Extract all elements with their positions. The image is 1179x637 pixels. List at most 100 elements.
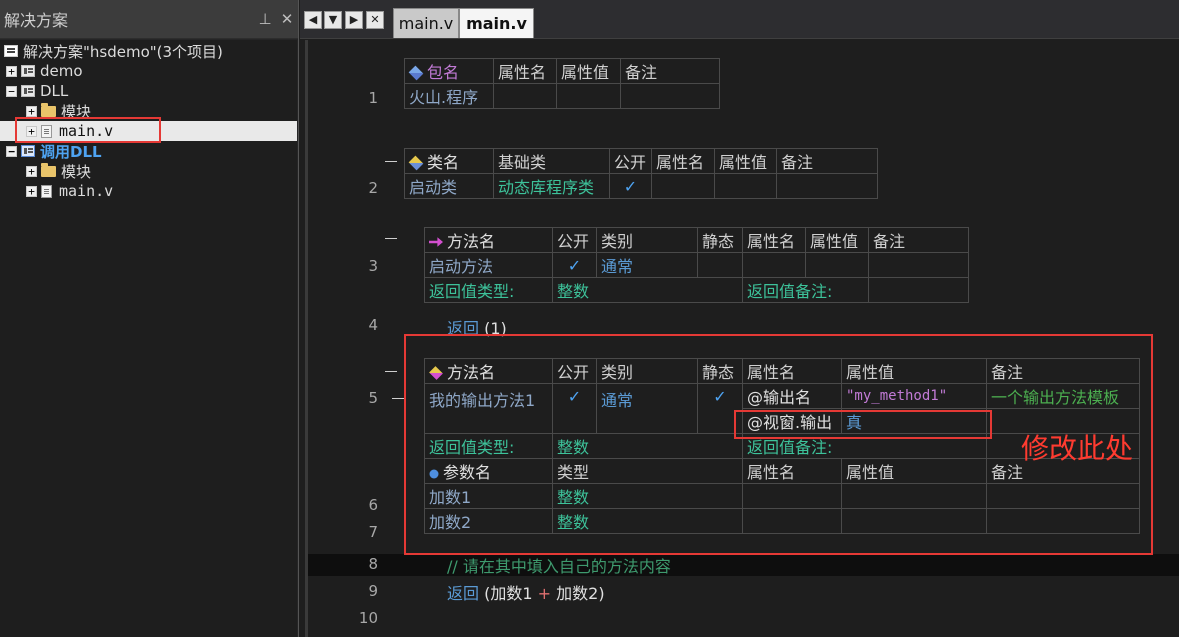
tree-label: main.v [59,122,114,140]
attr-value-cell[interactable]: "my_method1" [841,383,987,409]
attr-name-cell-window-output[interactable]: @视窗.输出 [742,408,842,434]
table-header: 公开 [552,227,597,253]
param-type-cell[interactable]: 整数 [552,483,743,509]
line-number: 7 [368,523,378,541]
tree-item-dll-main[interactable]: + main.v [26,121,113,141]
table-cell[interactable] [742,483,842,509]
table-cell[interactable] [742,508,842,534]
fold-marker[interactable] [392,398,404,399]
attr-name-cell[interactable]: @输出名 [742,383,842,409]
attr-value-cell-true[interactable]: 真 [841,408,987,434]
package-table: 包名 属性名 属性值 备注 火山.程序 [404,58,720,109]
table-header: 类别 [596,358,698,384]
package-icon [408,65,424,81]
table-cell[interactable] [742,252,806,278]
table-cell[interactable] [651,173,715,199]
pin-icon[interactable]: ⊥ [254,10,276,28]
solution-icon [4,45,18,57]
return-type-cell[interactable]: 整数 [552,277,743,303]
tree-item-call-dll[interactable]: − 调用DLL [6,141,102,161]
tree-item-dll-module[interactable]: + 模块 [26,101,91,121]
method-name-header: 方法名 [424,227,553,253]
return-type-cell[interactable]: 整数 [552,433,743,459]
project-icon [21,145,35,157]
table-header: 属性值 [841,458,987,484]
category-cell[interactable]: 通常 [596,252,698,278]
line-number: 8 [368,555,378,573]
table-cell[interactable] [841,483,987,509]
dropdown-icon[interactable]: ▼ [324,11,342,29]
code-editor[interactable]: 1 2 3 4 5 6 7 8 9 10 包名 属性名 属性值 备注 火山.程序… [305,40,1179,637]
tree-label: 解决方案"hsdemo"(3个项目) [23,42,223,61]
return-keyword: 返回 [447,584,480,603]
tab-main-v-1[interactable]: main.v [393,8,459,38]
table-header: 公开 [609,148,652,174]
fold-marker[interactable] [385,161,397,162]
param-name-cell[interactable]: 加数2 [424,508,553,534]
expand-icon[interactable]: + [6,65,17,77]
scroll-left-icon[interactable]: ◀ [304,11,322,29]
note-cell[interactable]: 一个输出方法模板 [986,383,1140,409]
table-cell[interactable] [986,483,1140,509]
line-number: 3 [368,257,378,275]
file-icon [41,124,52,138]
table-cell[interactable] [805,252,869,278]
table-cell[interactable] [986,508,1140,534]
tree-item-solution[interactable]: 解决方案"hsdemo"(3个项目) [4,41,223,61]
panel-header: 解决方案 ⊥ ✕ [0,0,298,39]
folder-icon [41,102,56,117]
line-number: 9 [368,582,378,600]
collapse-icon[interactable]: − [6,85,17,97]
table-header: 属性名 [742,358,842,384]
return-note-cell[interactable] [868,277,969,303]
code-line-9[interactable]: 返回 (加数1 + 加数2) [447,580,605,604]
package-name-cell[interactable]: 火山.程序 [404,83,494,109]
close-tab-icon[interactable]: ✕ [366,11,384,29]
static-check[interactable]: ✓ [697,383,743,434]
tree-item-call-main[interactable]: + main.v [26,181,113,201]
public-check[interactable]: ✓ [609,173,652,199]
code-line-4[interactable]: 返回 (1) [447,315,507,339]
table-header: 属性值 [556,58,621,84]
table-cell[interactable] [620,83,720,109]
table-cell[interactable] [868,252,969,278]
category-cell[interactable]: 通常 [596,383,698,434]
tree-item-demo[interactable]: + demo [6,61,83,81]
collapse-icon[interactable]: − [6,145,17,157]
method-name-cell[interactable]: 启动方法 [424,252,553,278]
method-name-header: 方法名 [424,358,553,384]
tree-item-call-module[interactable]: + 模块 [26,161,91,181]
table-cell[interactable] [493,83,557,109]
expand-icon[interactable]: + [26,105,37,117]
table-header: 类型 [552,458,743,484]
static-cell[interactable] [697,252,743,278]
tab-main-v-2[interactable]: main.v [459,8,534,38]
fold-marker[interactable] [385,238,397,239]
expand-icon[interactable]: + [26,165,37,177]
file-icon [41,184,52,198]
table-cell[interactable] [714,173,777,199]
return-type-label: 返回值类型: [424,433,553,459]
scroll-right-icon[interactable]: ▶ [345,11,363,29]
param-name-cell[interactable]: 加数1 [424,483,553,509]
class-name-cell[interactable]: 启动类 [404,173,494,199]
expand-icon[interactable]: + [26,125,37,137]
tree-label: 模块 [61,162,92,181]
table-cell[interactable] [776,173,878,199]
tree-label: 模块 [61,102,92,121]
public-check[interactable]: ✓ [552,383,597,434]
table-cell[interactable] [841,508,987,534]
class-name-header: 类名 [404,148,494,174]
method-name-cell[interactable]: 我的输出方法1 [424,383,553,434]
table-header: 公开 [552,358,597,384]
tree-item-dll[interactable]: − DLL [6,81,68,101]
tree-label: DLL [40,82,69,100]
expand-icon[interactable]: + [26,185,37,197]
public-check[interactable]: ✓ [552,252,597,278]
fold-marker[interactable] [385,371,397,372]
table-cell[interactable] [556,83,621,109]
code-line-8-comment[interactable]: // 请在其中填入自己的方法内容 [447,553,671,577]
close-icon[interactable]: ✕ [276,10,298,28]
param-type-cell[interactable]: 整数 [552,508,743,534]
base-class-cell[interactable]: 动态库程序类 [493,173,610,199]
